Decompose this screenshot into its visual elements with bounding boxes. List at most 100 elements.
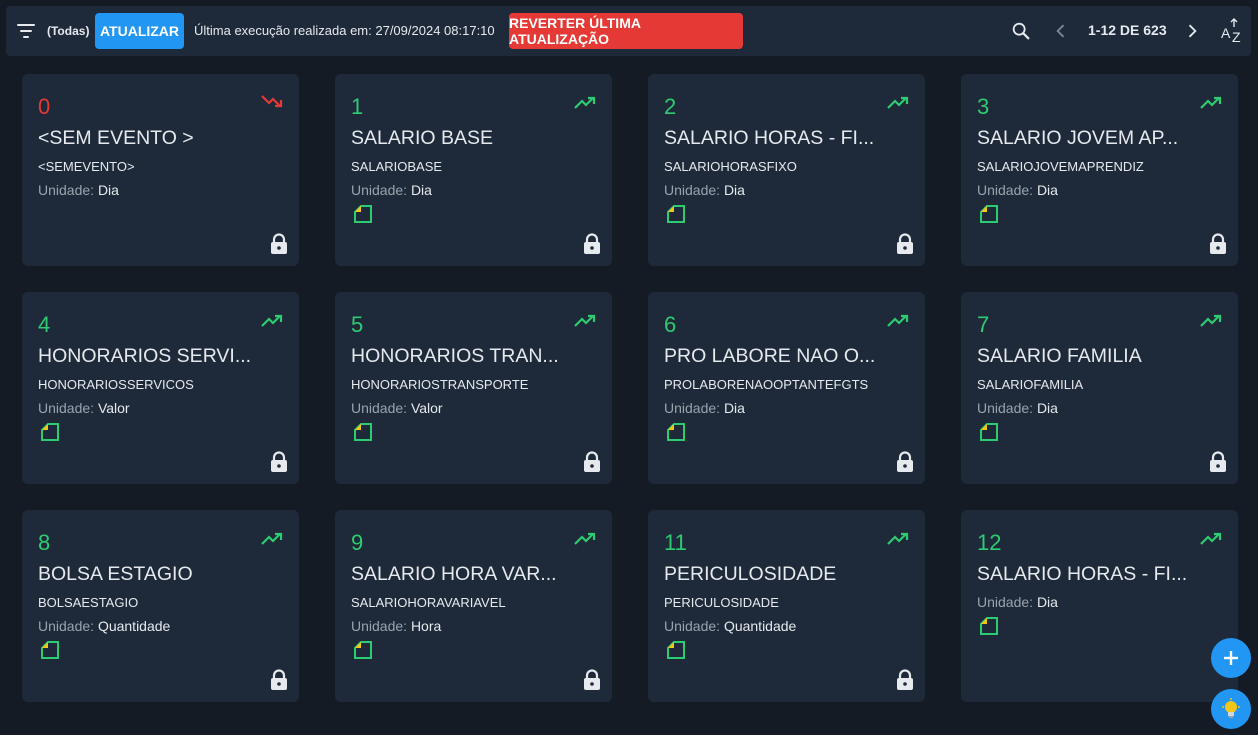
unit-value: Dia	[97, 182, 119, 198]
chevron-left-icon[interactable]	[1051, 21, 1071, 41]
lock-icon	[897, 669, 913, 690]
document-icon	[980, 617, 998, 635]
event-code: 5	[351, 312, 364, 337]
event-card[interactable]: 11 PERICULOSIDADE PERICULOSIDADE Unidade: Q…	[648, 510, 925, 702]
svg-text:A: A	[1221, 25, 1231, 41]
lock-icon	[584, 669, 600, 690]
event-title: <SEM EVENTO >	[38, 127, 194, 149]
event-title: SALARIO HORAS - FI...	[977, 563, 1188, 585]
unit-value: Valor	[410, 400, 443, 416]
trending-up-icon	[1200, 532, 1222, 545]
document-icon	[980, 423, 998, 441]
unit-label: Unidade:	[351, 182, 408, 198]
pagination-info: 1-12 DE 623	[1088, 22, 1167, 38]
event-card[interactable]: 0 <SEM EVENTO > <SEMEVENTO> Unidade: Dia	[22, 74, 299, 266]
unit-value: Dia	[1036, 594, 1058, 610]
chevron-right-icon[interactable]	[1182, 21, 1202, 41]
event-card[interactable]: 12 SALARIO HORAS - FI... Unidade: Dia	[961, 510, 1238, 702]
document-icon	[354, 205, 372, 223]
update-button[interactable]: ATUALIZAR	[95, 13, 184, 49]
trending-up-icon	[887, 314, 909, 327]
lightbulb-icon	[1222, 698, 1240, 718]
event-code: 3	[977, 94, 990, 119]
trending-up-icon	[574, 314, 596, 327]
event-code: 8	[38, 530, 51, 555]
unit-label: Unidade:	[977, 400, 1034, 416]
event-card[interactable]: 7 SALARIO FAMILIA SALARIOFAMILIA Unidade: D…	[961, 292, 1238, 484]
unit-label: Unidade:	[351, 618, 408, 634]
event-title: SALARIO FAMILIA	[977, 345, 1142, 367]
event-card[interactable]: 3 SALARIO JOVEM AP... SALARIOJOVEMAPRENDIZ…	[961, 74, 1238, 266]
event-identifier: BOLSAESTAGIO	[38, 595, 139, 610]
event-identifier: PROLABORENAOOPTANTEFGTS	[664, 377, 869, 392]
document-icon	[667, 205, 685, 223]
lock-icon	[271, 233, 287, 254]
event-unit: Unidade: Valor	[38, 400, 130, 416]
unit-label: Unidade:	[977, 594, 1034, 610]
event-code: 4	[38, 312, 51, 337]
event-unit: Unidade: Quantidade	[664, 618, 796, 634]
event-code: 1	[351, 94, 364, 119]
last-run-text: Última execução realizada em: 27/09/2024…	[194, 23, 495, 38]
unit-value: Hora	[410, 618, 442, 634]
event-code: 11	[664, 530, 687, 555]
document-icon	[354, 423, 372, 441]
toolbar: (Todas) ATUALIZAR Última execução realiz…	[6, 6, 1251, 56]
unit-label: Unidade:	[38, 400, 95, 416]
tips-button[interactable]	[1211, 689, 1251, 729]
trending-up-icon	[1200, 96, 1222, 109]
lock-icon	[584, 451, 600, 472]
lock-icon	[897, 233, 913, 254]
event-title: PERICULOSIDADE	[664, 563, 837, 585]
lock-icon	[1210, 451, 1226, 472]
trending-up-icon	[261, 532, 283, 545]
event-unit: Unidade: Dia	[977, 594, 1058, 610]
event-card[interactable]: 9 SALARIO HORA VAR... SALARIOHORAVARIAVEL U…	[335, 510, 612, 702]
document-icon	[667, 423, 685, 441]
event-unit: Unidade: Quantidade	[38, 618, 170, 634]
event-card[interactable]: 8 BOLSA ESTAGIO BOLSAESTAGIO Unidade: Quant…	[22, 510, 299, 702]
event-card[interactable]: 4 HONORARIOS SERVI... HONORARIOSSERVICOS Un…	[22, 292, 299, 484]
svg-text:Z: Z	[1232, 29, 1241, 44]
event-code: 6	[664, 312, 677, 337]
unit-label: Unidade:	[664, 182, 721, 198]
unit-value: Quantidade	[97, 618, 171, 634]
event-card[interactable]: 5 HONORARIOS TRAN... HONORARIOSTRANSPORTE U…	[335, 292, 612, 484]
event-title: HONORARIOS TRAN...	[351, 345, 559, 367]
event-code: 9	[351, 530, 364, 555]
unit-value: Valor	[97, 400, 130, 416]
document-icon	[354, 641, 372, 659]
filter-icon[interactable]	[16, 22, 36, 40]
event-code: 2	[664, 94, 677, 119]
event-code: 0	[38, 94, 51, 119]
revert-last-update-button[interactable]: REVERTER ÚLTIMA ATUALIZAÇÃO	[509, 13, 743, 49]
unit-label: Unidade:	[38, 182, 95, 198]
sort-az-icon[interactable]: A Z	[1220, 18, 1246, 44]
document-icon	[41, 423, 59, 441]
event-card[interactable]: 2 SALARIO HORAS - FI... SALARIOHORASFIXO Un…	[648, 74, 925, 266]
trending-up-icon	[1200, 314, 1222, 327]
unit-value: Dia	[723, 182, 745, 198]
event-title: BOLSA ESTAGIO	[38, 563, 193, 585]
search-icon[interactable]	[1010, 20, 1032, 42]
event-identifier: HONORARIOSTRANSPORTE	[351, 377, 529, 392]
unit-label: Unidade:	[664, 618, 721, 634]
event-identifier: SALARIOBASE	[351, 159, 443, 174]
unit-value: Dia	[723, 400, 745, 416]
event-unit: Unidade: Dia	[977, 400, 1058, 416]
event-identifier: SALARIOFAMILIA	[977, 377, 1084, 392]
add-button[interactable]	[1211, 638, 1251, 678]
event-identifier: HONORARIOSSERVICOS	[38, 377, 194, 392]
filter-label[interactable]: (Todas)	[47, 24, 89, 38]
event-code: 7	[977, 312, 990, 337]
trending-up-icon	[574, 532, 596, 545]
event-title: SALARIO JOVEM AP...	[977, 127, 1179, 149]
event-identifier: SALARIOJOVEMAPRENDIZ	[977, 159, 1144, 174]
event-card[interactable]: 6 PRO LABORE NAO O... PROLABORENAOOPTANTEF…	[648, 292, 925, 484]
event-unit: Unidade: Dia	[977, 182, 1058, 198]
event-identifier: SALARIOHORASFIXO	[664, 159, 797, 174]
event-title: HONORARIOS SERVI...	[38, 345, 252, 367]
event-card[interactable]: 1 SALARIO BASE SALARIOBASE Unidade: Dia	[335, 74, 612, 266]
trending-up-icon	[887, 532, 909, 545]
unit-value: Dia	[1036, 182, 1058, 198]
